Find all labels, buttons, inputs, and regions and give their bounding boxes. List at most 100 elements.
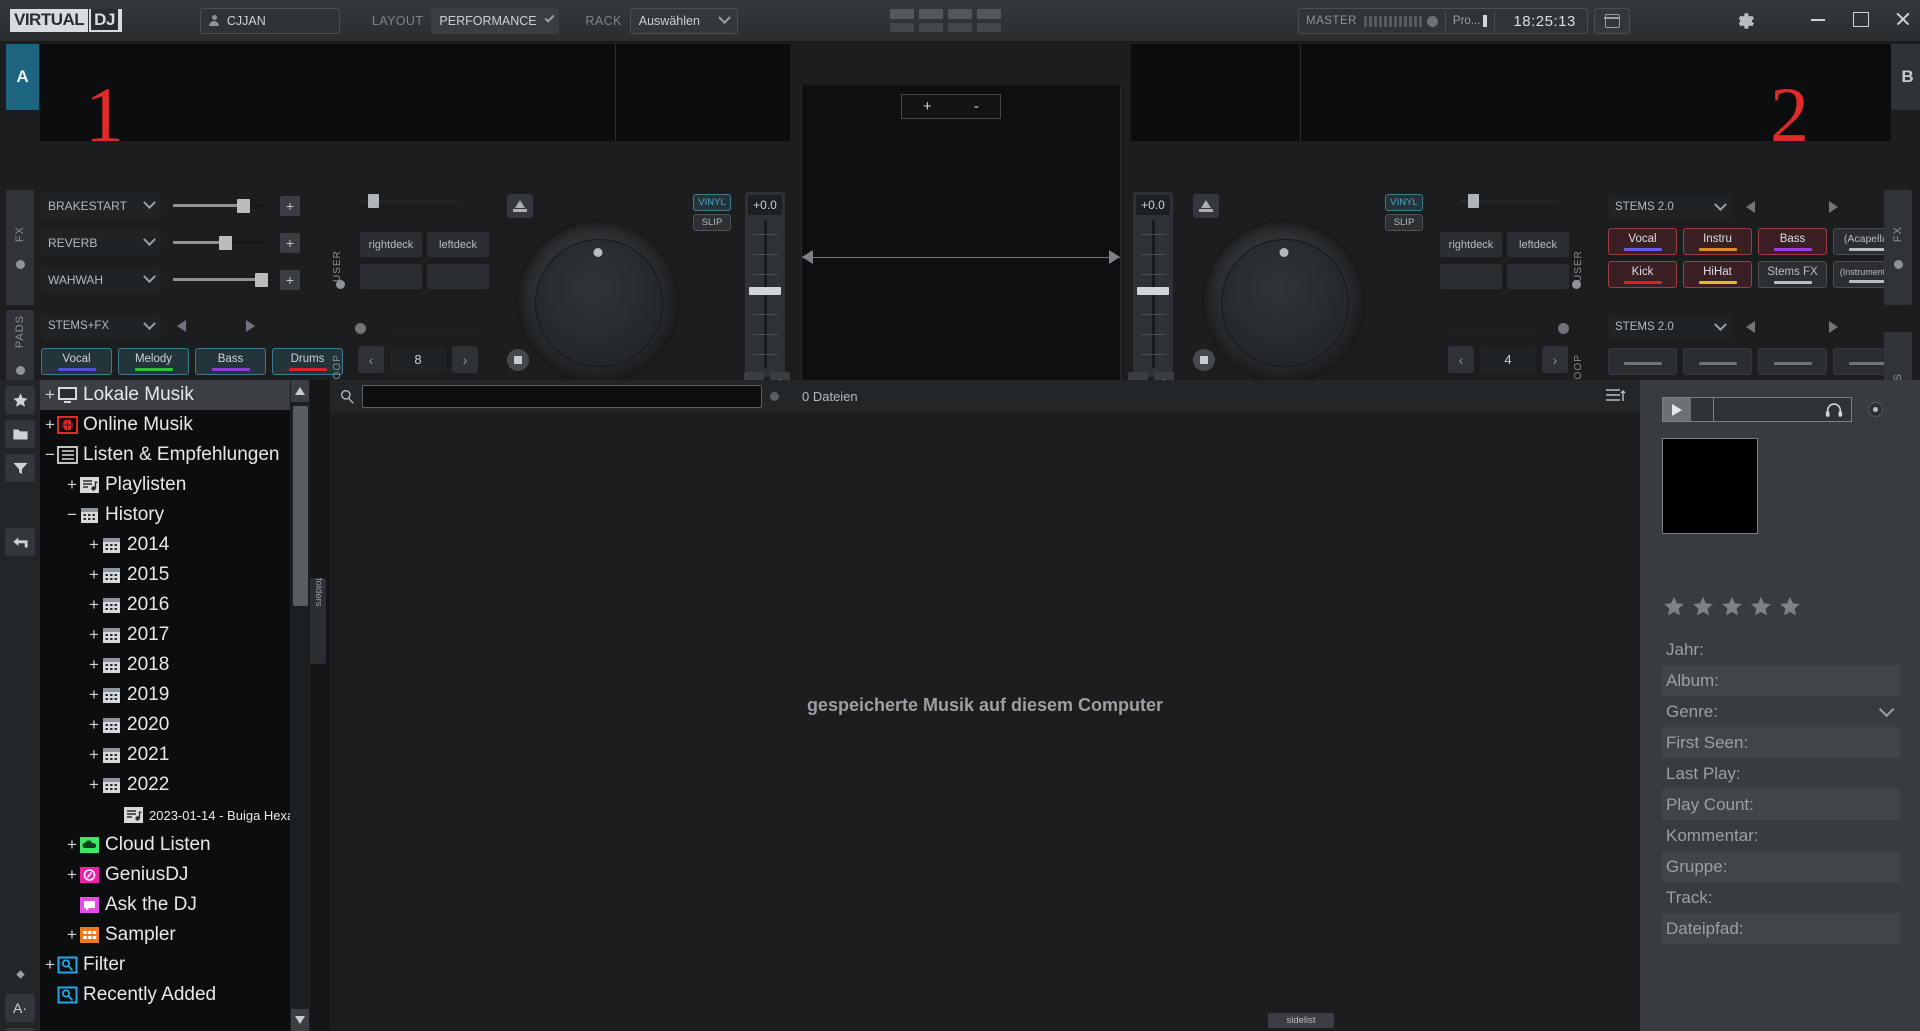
tree-item-sampler[interactable]: +Sampler <box>40 920 309 950</box>
tree-expander[interactable]: − <box>43 445 57 465</box>
info-field-jahr[interactable]: Jahr: <box>1662 634 1900 665</box>
stems-bank-prev-icon[interactable] <box>1746 201 1755 213</box>
user-button[interactable]: CJJAN <box>200 8 340 34</box>
deck-b-jogwheel[interactable] <box>1202 220 1366 384</box>
leftdeck-button[interactable]: leftdeck <box>1507 232 1569 257</box>
rack-select[interactable]: Auswählen <box>630 8 738 34</box>
deck-b-stems-bank-select[interactable]: STEMS 2.0 <box>1608 194 1732 220</box>
rating-stars[interactable] <box>1662 595 1802 618</box>
folders-side-tab[interactable]: folders <box>310 578 326 664</box>
preview-monitor-button[interactable] <box>1868 402 1883 417</box>
tree-item-geniusdj[interactable]: +GeniusDJ <box>40 860 309 890</box>
stem-pad-instru[interactable]: Instru <box>1683 228 1752 255</box>
tree-expander[interactable]: + <box>43 385 57 405</box>
deck-b-fx-rail[interactable]: FX <box>1884 190 1912 305</box>
pad-bank-prev-icon[interactable] <box>1746 321 1755 333</box>
rating-star[interactable] <box>1720 595 1744 618</box>
info-field-kommentar[interactable]: Kommentar: <box>1662 820 1900 851</box>
minus-button[interactable]: - <box>974 98 979 115</box>
folder-tree[interactable]: +Lokale Musik+Online Musik−Listen & Empf… <box>40 380 310 1031</box>
pads-enable-dot[interactable] <box>16 366 25 375</box>
preview-player[interactable] <box>1662 397 1852 422</box>
fx-enable-dot[interactable] <box>16 260 25 269</box>
pad-bank-next-icon[interactable] <box>1829 321 1838 333</box>
tree-expander[interactable]: + <box>87 625 101 645</box>
loop-double-button[interactable]: › <box>1542 346 1568 373</box>
deck-a-load-button[interactable] <box>507 194 533 218</box>
tree-expander[interactable]: + <box>65 835 79 855</box>
info-field-first-seen[interactable]: First Seen: <box>1662 727 1900 758</box>
deck-a-waveform-zoom[interactable] <box>617 44 790 141</box>
back-button[interactable] <box>5 528 35 556</box>
fx-slot-1-slider[interactable] <box>173 199 268 212</box>
tree-item-2017[interactable]: +2017 <box>40 620 309 650</box>
deck-b-loop-dot[interactable] <box>1558 323 1569 334</box>
pad-empty[interactable] <box>1758 348 1827 375</box>
filter-button[interactable] <box>5 454 35 482</box>
deck-a-gain-slider[interactable] <box>360 194 458 208</box>
deck-a-user-dot[interactable] <box>336 280 345 289</box>
tree-item-2018[interactable]: +2018 <box>40 650 309 680</box>
tree-item-ask-the-dj[interactable]: Ask the DJ <box>40 890 309 920</box>
assign-empty-2[interactable] <box>1507 264 1569 289</box>
rightdeck-button[interactable]: rightdeck <box>1440 232 1502 257</box>
close-button[interactable] <box>1892 8 1912 28</box>
rating-star[interactable] <box>1691 595 1715 618</box>
info-field-album[interactable]: Album: <box>1662 665 1900 696</box>
stem-pad-kick[interactable]: Kick <box>1608 261 1677 288</box>
assign-empty-1[interactable] <box>1440 264 1502 289</box>
fx-slot-2-select[interactable]: REVERB <box>41 229 161 256</box>
tree-expander[interactable]: + <box>65 475 79 495</box>
pad-bank-next-icon[interactable] <box>246 320 255 332</box>
fx-slot-3-slider[interactable] <box>173 273 268 286</box>
folders-button[interactable] <box>5 420 35 448</box>
master-volume-knob[interactable] <box>1427 16 1438 27</box>
deck-a-letter[interactable]: A <box>6 44 39 110</box>
deck-a-vinyl-button[interactable]: VINYL <box>693 194 731 211</box>
fx-slot-1-select[interactable]: BRAKESTART <box>41 192 161 219</box>
tree-item-filter[interactable]: +Filter <box>40 950 309 980</box>
deck-layout-blocks[interactable] <box>890 9 1001 32</box>
alphabet-sort-button[interactable]: A· <box>5 994 35 1022</box>
stem-pad-hihat[interactable]: HiHat <box>1683 261 1752 288</box>
loop-size-value[interactable]: 8 <box>390 346 446 373</box>
settings-button[interactable] <box>1732 9 1756 33</box>
fx-slot-2-add-button[interactable]: + <box>280 233 300 253</box>
tree-expander[interactable]: + <box>87 685 101 705</box>
rightdeck-button[interactable]: rightdeck <box>360 232 422 257</box>
deck-a-pad-bank-select[interactable]: STEMS+FX <box>41 314 161 338</box>
stem-pad-stems-fx[interactable]: Stems FX <box>1758 261 1827 288</box>
tree-expander[interactable]: + <box>43 955 57 975</box>
loop-halve-button[interactable]: ‹ <box>1448 346 1474 373</box>
plus-button[interactable]: + <box>923 98 932 115</box>
tree-item-2015[interactable]: +2015 <box>40 560 309 590</box>
leftdeck-button[interactable]: leftdeck <box>427 232 489 257</box>
tree-expander[interactable]: + <box>87 595 101 615</box>
tree-scroll-thumb[interactable] <box>293 406 308 606</box>
list-options-icon[interactable] <box>1606 388 1626 404</box>
deck-b-user-dot[interactable] <box>1572 280 1581 289</box>
deck-b-gain-slider[interactable] <box>1460 194 1558 208</box>
loop-halve-button[interactable]: ‹ <box>358 346 384 373</box>
tree-expander[interactable]: + <box>87 745 101 765</box>
deck-a-stop-button[interactable] <box>507 349 529 371</box>
tree-item-2022[interactable]: +2022 <box>40 770 309 800</box>
deck-a-jogwheel[interactable] <box>516 220 680 384</box>
calendar-button[interactable] <box>1594 8 1630 34</box>
deck-a-loop-bar[interactable] <box>390 327 478 332</box>
tree-item-2014[interactable]: +2014 <box>40 530 309 560</box>
tree-expander[interactable]: + <box>87 535 101 555</box>
fx-slot-3-add-button[interactable]: + <box>280 270 300 290</box>
tree-expander[interactable]: + <box>87 565 101 585</box>
deck-b-slip-button[interactable]: SLIP <box>1385 214 1423 231</box>
tree-item-playlisten[interactable]: +Playlisten <box>40 470 309 500</box>
minimize-button[interactable] <box>1808 8 1828 28</box>
info-field-last-play[interactable]: Last Play: <box>1662 758 1900 789</box>
rating-star[interactable] <box>1662 595 1686 618</box>
tree-expander[interactable]: + <box>87 715 101 735</box>
tree-expander[interactable]: + <box>65 925 79 945</box>
info-field-play-count[interactable]: Play Count: <box>1662 789 1900 820</box>
pad-bank-prev-icon[interactable] <box>177 320 186 332</box>
tree-scrollbar[interactable] <box>290 380 310 1031</box>
tree-expander[interactable]: − <box>65 505 79 525</box>
